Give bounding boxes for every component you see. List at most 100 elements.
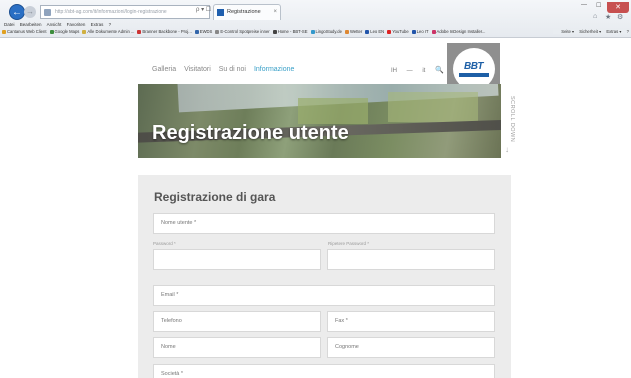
browser-chrome: ← → http://sbt-ag.com/it/informazioni/lo… <box>0 0 631 38</box>
favorite-link[interactable]: Adobe InDesign Installer... <box>431 29 486 34</box>
phone-placeholder: Telefono <box>161 318 182 324</box>
hero-field <box>298 98 368 124</box>
last-name-field[interactable]: Cognome <box>327 337 495 358</box>
language-it[interactable]: it <box>422 68 425 74</box>
favorite-label: YouTube <box>392 29 409 34</box>
favorite-label: Cantanus Web Client <box>7 29 47 34</box>
favorite-icon <box>215 29 220 34</box>
username-placeholder: Nome utente * <box>161 220 197 226</box>
favorite-link[interactable]: Wetter <box>344 29 363 34</box>
favorite-label: LingoStudy.de <box>315 29 342 34</box>
page-icon <box>44 9 51 16</box>
scroll-down-label: SCROLL DOWN <box>509 96 515 143</box>
email-field[interactable]: Email * <box>153 285 495 306</box>
nav-link-su-di-noi[interactable]: Su di noi <box>219 66 246 73</box>
favorite-label: Adobe InDesign Installer... <box>436 29 486 34</box>
favorite-label: Alle Dokumente Admin ... <box>87 29 135 34</box>
favorite-link[interactable]: YouTube <box>387 29 409 34</box>
nav-link-galleria[interactable]: Galleria <box>152 66 176 73</box>
favorite-icon <box>365 29 370 34</box>
favorite-link[interactable]: EWDS <box>194 29 213 34</box>
email-placeholder: Email * <box>161 292 179 298</box>
command-bar: Seite ▾ Sicherheit ▾ Extras ▾ ? <box>553 29 629 34</box>
tab-close-icon[interactable]: × <box>273 5 277 20</box>
favorite-link[interactable]: Alle Dokumente Admin ... <box>82 29 134 34</box>
favorite-label: Wetter <box>349 29 363 34</box>
tab-registrazione[interactable]: Registrazione × <box>213 4 281 20</box>
site-navigation: Galleria Visitatori Su di noi Informazio… <box>152 66 300 73</box>
address-bar[interactable]: http://sbt-ag.com/it/informazioni/login-… <box>40 5 210 19</box>
menu-item[interactable]: Ansicht <box>47 22 62 27</box>
menu-item[interactable]: Bearbeiten <box>20 22 42 27</box>
favorite-label: E-Control Spotpreise inner <box>220 29 270 34</box>
favorite-icon <box>2 29 6 34</box>
favorite-link[interactable]: Branner Backbone - Proj... <box>137 29 192 34</box>
command-item[interactable]: Sicherheit ▾ <box>579 29 601 34</box>
site-favicon-icon <box>217 9 224 16</box>
nav-link-informazione[interactable]: Informazione <box>254 66 294 73</box>
favorite-icon <box>411 29 416 34</box>
username-field[interactable]: Nome utente * <box>153 213 495 234</box>
menu-item[interactable]: Datei <box>4 22 15 27</box>
language-switch[interactable]: IH <box>391 68 397 74</box>
password-repeat-field[interactable] <box>327 249 495 270</box>
favorites-star-icon[interactable]: ★ <box>605 13 611 21</box>
favorite-link[interactable]: Cantanus Web Client <box>2 29 47 34</box>
header-icons: IH — it 🔍 <box>391 66 452 74</box>
favorite-link[interactable]: Leo EN <box>365 29 384 34</box>
favorite-icon <box>387 29 392 34</box>
favorite-icon <box>431 29 436 34</box>
fax-placeholder: Fax * <box>335 318 348 324</box>
first-name-placeholder: Nome <box>161 344 176 350</box>
favorite-link[interactable]: Leo IT <box>411 29 429 34</box>
window-maximize-button[interactable]: ☐ <box>596 2 601 9</box>
search-icon[interactable]: 🔍 <box>435 67 444 74</box>
first-name-field[interactable]: Nome <box>153 337 321 358</box>
window-close-button[interactable]: ✕ <box>607 2 629 13</box>
favorite-label: EWDS <box>199 29 213 34</box>
favorite-label: Google Maps <box>54 29 80 34</box>
password-field[interactable] <box>153 249 321 270</box>
favorite-icon <box>49 29 54 34</box>
phone-field[interactable]: Telefono <box>153 311 321 332</box>
favorite-icon <box>272 29 277 34</box>
nav-link-visitatori[interactable]: Visitatori <box>184 66 211 73</box>
favorite-label: Leo IT <box>416 29 429 34</box>
favorite-icon <box>310 29 315 34</box>
logo-bar <box>458 73 489 77</box>
favorite-link[interactable]: E-Control Spotpreise inner <box>215 29 270 34</box>
company-field[interactable]: Società * <box>153 364 495 378</box>
last-name-placeholder: Cognome <box>335 344 359 350</box>
address-row: ← → http://sbt-ag.com/it/informazioni/lo… <box>0 2 631 21</box>
gear-icon[interactable]: ⚙ <box>617 13 623 21</box>
favorite-link[interactable]: LingoStudy.de <box>310 29 342 34</box>
menu-item[interactable]: Favoriten <box>67 22 86 27</box>
home-icon[interactable]: ⌂ <box>593 13 597 20</box>
window-minimize-button[interactable]: — <box>581 2 587 8</box>
favorite-label: Home - BBT-SE <box>277 29 308 34</box>
favorite-link[interactable]: Home - BBT-SE <box>272 29 308 34</box>
registration-panel: Registrazione di gara Nome utente * Pass… <box>138 175 511 378</box>
form-title: Registrazione di gara <box>154 190 276 204</box>
arrow-down-icon[interactable]: ↓ <box>505 145 509 154</box>
separator: — <box>406 68 413 74</box>
command-item[interactable]: ? <box>627 29 629 34</box>
command-item[interactable]: Seite ▾ <box>561 29 574 34</box>
hero-banner: Registrazione utente <box>138 84 501 158</box>
favorite-icon <box>344 29 349 34</box>
favorite-label: Leo EN <box>370 29 385 34</box>
favorite-label: Branner Backbone - Proj... <box>142 29 192 34</box>
password-repeat-label: Ripetere Password * <box>328 241 370 246</box>
favorite-icon <box>82 29 87 34</box>
scroll-down-link[interactable]: SCROLL DOWN <box>505 96 515 142</box>
address-text: http://sbt-ag.com/it/informazioni/login-… <box>55 9 167 15</box>
fax-field[interactable]: Fax * <box>327 311 495 332</box>
menu-item[interactable]: Extras <box>91 22 104 27</box>
command-item[interactable]: Extras ▾ <box>606 29 621 34</box>
favorite-link[interactable]: Google Maps <box>49 29 80 34</box>
menu-item[interactable]: ? <box>109 22 112 27</box>
forward-button[interactable]: → <box>24 6 36 18</box>
back-button[interactable]: ← <box>9 4 25 20</box>
logo-text: BBT <box>463 61 484 72</box>
tab-title: Registrazione <box>227 9 261 15</box>
